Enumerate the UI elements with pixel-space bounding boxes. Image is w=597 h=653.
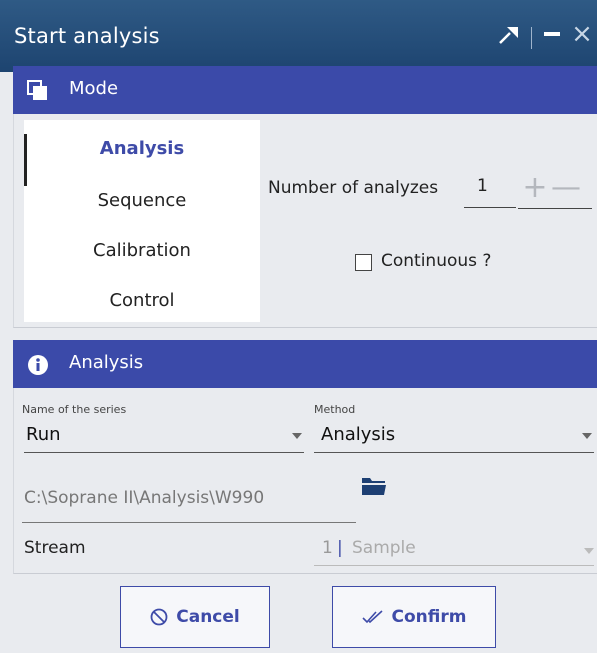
stream-separator: | [337, 538, 343, 558]
method-underline [314, 452, 594, 453]
info-icon [28, 355, 48, 375]
path-underline [22, 522, 356, 523]
mode-item-calibration[interactable]: Calibration [24, 240, 260, 261]
number-of-analyzes-label: Number of analyzes [268, 178, 439, 198]
cancel-label: Cancel [176, 607, 240, 627]
mode-list: Analysis Sequence Calibration Control [24, 120, 260, 322]
mode-header: Mode [13, 66, 597, 114]
window-title: Start analysis [14, 24, 160, 48]
pin-icon[interactable] [492, 14, 528, 54]
series-name-value[interactable]: Run [26, 424, 61, 445]
double-check-icon [361, 610, 383, 624]
series-name-label: Name of the series [22, 403, 127, 416]
stream-label: Stream [24, 538, 86, 558]
stream-value[interactable]: Sample [352, 538, 416, 558]
method-dropdown-arrow-icon[interactable] [582, 433, 592, 439]
number-of-analyzes-value: 1 [477, 176, 488, 196]
mode-icon [27, 80, 47, 100]
continuous-label: Continuous ? [381, 251, 492, 271]
title-bar[interactable]: Start analysis × [0, 0, 597, 72]
analysis-panel: Name of the series Run Method Analysis C… [13, 388, 597, 574]
analysis-header: Analysis [13, 340, 597, 388]
confirm-label: Confirm [391, 607, 467, 627]
minimize-button[interactable] [538, 14, 566, 54]
start-analysis-window: Start analysis × Mode Analysis Sequence … [0, 0, 597, 653]
mode-item-sequence[interactable]: Sequence [24, 190, 260, 211]
analysis-header-label: Analysis [69, 352, 144, 373]
folder-open-icon[interactable] [361, 474, 387, 496]
cancel-button[interactable]: Cancel [120, 586, 270, 648]
increment-button[interactable]: + [520, 170, 550, 206]
stepper-underline [518, 208, 592, 209]
number-of-analyzes-field[interactable]: 1 [464, 176, 516, 208]
titlebar-separator [531, 27, 532, 49]
close-button[interactable]: × [568, 14, 596, 54]
mode-item-control[interactable]: Control [24, 290, 260, 311]
continuous-checkbox[interactable] [355, 254, 372, 271]
decrement-button[interactable]: — [550, 170, 582, 206]
confirm-button[interactable]: Confirm [332, 586, 496, 648]
series-dropdown-arrow-icon[interactable] [292, 433, 302, 439]
stream-underline [314, 565, 594, 566]
method-value[interactable]: Analysis [321, 424, 395, 445]
mode-item-analysis[interactable]: Analysis [24, 138, 260, 159]
mode-panel: Analysis Sequence Calibration Control Nu… [13, 114, 597, 328]
cancel-icon [150, 608, 168, 626]
series-underline [24, 452, 304, 453]
analysis-path-field[interactable]: C:\Soprane II\Analysis\W990 [24, 488, 264, 508]
method-label: Method [314, 403, 356, 416]
mode-header-label: Mode [69, 78, 119, 99]
stream-number: 1 [322, 538, 333, 558]
stream-dropdown-arrow-icon[interactable] [584, 548, 594, 554]
